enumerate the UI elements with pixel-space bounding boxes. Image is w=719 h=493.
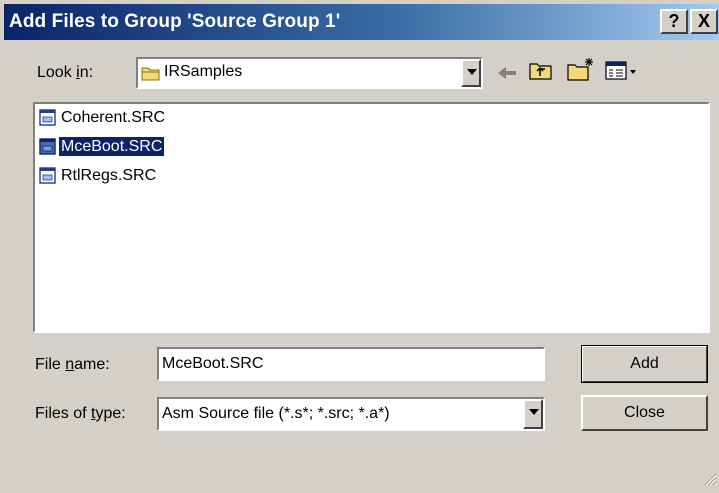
source-file-icon bbox=[39, 109, 57, 132]
source-file-icon bbox=[39, 167, 57, 190]
look-in-value: IRSamples bbox=[164, 63, 243, 80]
look-in-label: Look in: bbox=[37, 64, 94, 81]
help-button[interactable]: ? bbox=[660, 9, 688, 34]
file-type-dropdown-button[interactable] bbox=[523, 399, 543, 429]
source-file-icon bbox=[39, 138, 57, 161]
file-list[interactable]: Coherent.SRC MceBoot.SRC RtlRegs.SRC bbox=[33, 102, 710, 333]
window-title: Add Files to Group 'Source Group 1' bbox=[9, 11, 341, 32]
up-folder-icon[interactable] bbox=[529, 59, 553, 86]
resize-grip-icon[interactable] bbox=[703, 472, 717, 491]
add-files-dialog: Add Files to Group 'Source Group 1' ? X … bbox=[0, 0, 719, 493]
file-type-value: Asm Source file (*.s*; *.src; *.a*) bbox=[162, 405, 390, 422]
file-name: RtlRegs.SRC bbox=[61, 167, 157, 184]
close-button[interactable]: Close bbox=[581, 395, 708, 431]
add-button[interactable]: Add bbox=[581, 345, 708, 383]
new-folder-icon[interactable] bbox=[567, 56, 595, 87]
view-menu-icon[interactable] bbox=[605, 61, 639, 86]
file-name-label: File name: bbox=[35, 356, 110, 373]
file-name: MceBoot.SRC bbox=[59, 137, 165, 156]
file-name-input[interactable]: MceBoot.SRC bbox=[157, 347, 545, 381]
look-in-dropdown[interactable]: IRSamples bbox=[136, 57, 483, 89]
back-arrow-icon[interactable] bbox=[496, 63, 518, 88]
file-type-dropdown[interactable]: Asm Source file (*.s*; *.src; *.a*) bbox=[157, 397, 545, 431]
look-in-dropdown-button[interactable] bbox=[461, 59, 481, 87]
file-name: Coherent.SRC bbox=[61, 109, 166, 126]
title-bar[interactable]: Add Files to Group 'Source Group 1' ? X bbox=[4, 4, 719, 40]
close-window-button[interactable]: X bbox=[690, 9, 718, 34]
file-type-label: Files of type: bbox=[35, 405, 126, 422]
folder-icon bbox=[141, 64, 161, 87]
